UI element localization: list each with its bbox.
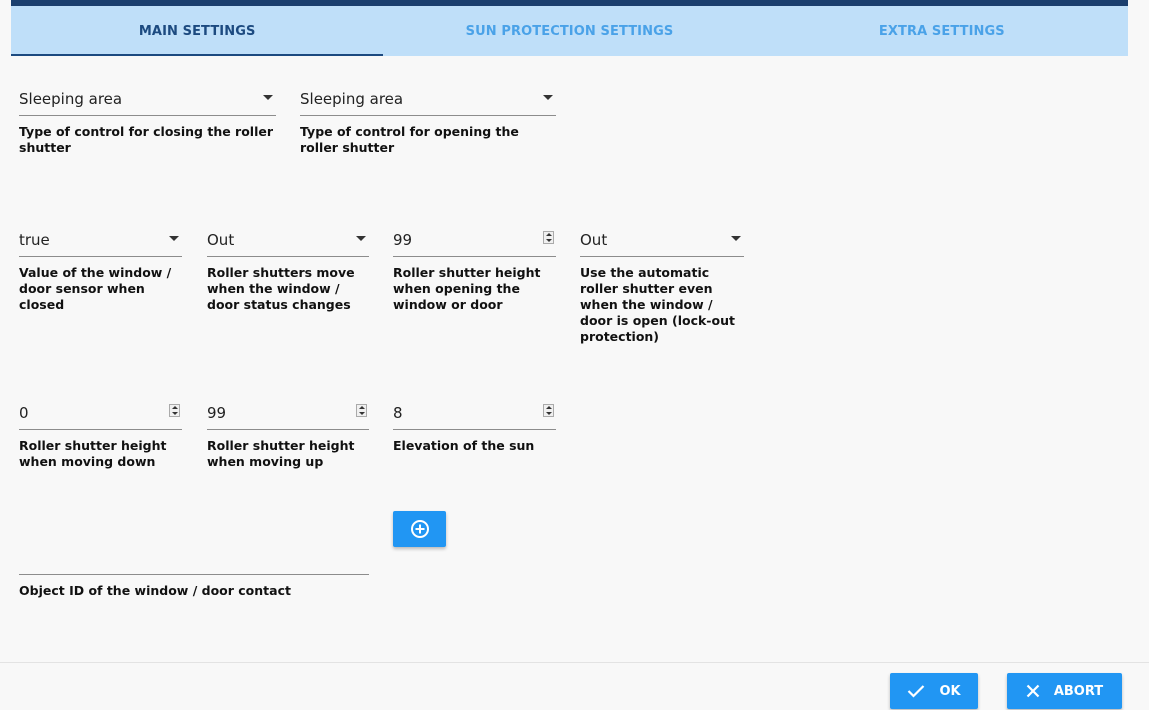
object-id-input[interactable]	[19, 537, 369, 575]
height-down-label: Roller shutter height when moving down	[19, 438, 167, 469]
open-control-label: Type of control for opening the roller s…	[300, 124, 519, 155]
object-id-field: Object ID of the window / door contact	[19, 537, 369, 599]
height-opening-label: Roller shutter height when opening the w…	[393, 265, 541, 312]
close-control-select[interactable]: Sleeping area	[19, 78, 276, 116]
close-control-field: Sleeping area Type of control for closin…	[19, 78, 276, 156]
close-control-value: Sleeping area	[19, 89, 123, 108]
number-spinner-icon[interactable]	[169, 404, 180, 417]
chevron-down-icon	[543, 95, 553, 100]
settings-tabs: MAIN SETTINGS SUN PROTECTION SETTINGS EX…	[11, 6, 1128, 56]
sensor-closed-select[interactable]: true	[19, 219, 182, 257]
chevron-down-icon	[169, 236, 179, 241]
abort-button[interactable]: ABORT	[1007, 673, 1122, 709]
height-up-label: Roller shutter height when moving up	[207, 438, 355, 469]
ok-label: OK	[939, 683, 961, 699]
sun-elevation-input[interactable]: 8	[393, 392, 556, 430]
sensor-closed-value: true	[19, 230, 50, 249]
height-down-input[interactable]: 0	[19, 392, 182, 430]
open-control-value: Sleeping area	[300, 89, 404, 108]
tab-main-settings[interactable]: MAIN SETTINGS	[11, 6, 384, 56]
number-spinner-icon[interactable]	[543, 404, 554, 417]
object-id-label: Object ID of the window / door contact	[19, 583, 291, 598]
move-on-change-select[interactable]: Out	[207, 219, 369, 257]
chevron-down-icon	[731, 236, 741, 241]
close-icon	[1026, 684, 1040, 698]
height-opening-field: 99 Roller shutter height when opening th…	[393, 219, 556, 313]
chevron-down-icon	[263, 95, 273, 100]
height-up-field: 99 Roller shutter height when moving up	[207, 392, 369, 470]
sensor-closed-field: true Value of the window / door sensor w…	[19, 219, 182, 313]
lockout-value: Out	[580, 230, 608, 249]
sun-elevation-field: 8 Elevation of the sun	[393, 392, 556, 454]
check-icon	[908, 685, 925, 698]
move-on-change-label: Roller shutters move when the window / d…	[207, 265, 355, 312]
number-spinner-icon[interactable]	[356, 404, 367, 417]
height-opening-value: 99	[393, 230, 413, 249]
ok-button[interactable]: OK	[890, 673, 978, 709]
sun-elevation-value: 8	[393, 403, 403, 422]
open-control-field: Sleeping area Type of control for openin…	[300, 78, 556, 156]
abort-label: ABORT	[1053, 683, 1104, 699]
lockout-field: Out Use the automatic roller shutter eve…	[580, 219, 744, 345]
height-down-field: 0 Roller shutter height when moving down	[19, 392, 182, 470]
footer-divider	[0, 662, 1149, 663]
add-button[interactable]	[393, 511, 446, 547]
number-spinner-icon[interactable]	[543, 231, 554, 244]
chevron-down-icon	[356, 236, 366, 241]
height-opening-input[interactable]: 99	[393, 219, 556, 257]
lockout-label: Use the automatic roller shutter even wh…	[580, 265, 735, 344]
close-control-label: Type of control for closing the roller s…	[19, 124, 274, 155]
sun-elevation-label: Elevation of the sun	[393, 438, 535, 453]
lockout-select[interactable]: Out	[580, 219, 744, 257]
move-on-change-value: Out	[207, 230, 235, 249]
tab-sun-protection-settings[interactable]: SUN PROTECTION SETTINGS	[383, 6, 755, 56]
tab-extra-settings[interactable]: EXTRA SETTINGS	[756, 6, 1128, 56]
move-on-change-field: Out Roller shutters move when the window…	[207, 219, 369, 313]
add-circle-icon	[410, 520, 429, 538]
open-control-select[interactable]: Sleeping area	[300, 78, 556, 116]
height-up-input[interactable]: 99	[207, 392, 369, 430]
height-down-value: 0	[19, 403, 29, 422]
height-up-value: 99	[207, 403, 227, 422]
sensor-closed-label: Value of the window / door sensor when c…	[19, 265, 172, 312]
